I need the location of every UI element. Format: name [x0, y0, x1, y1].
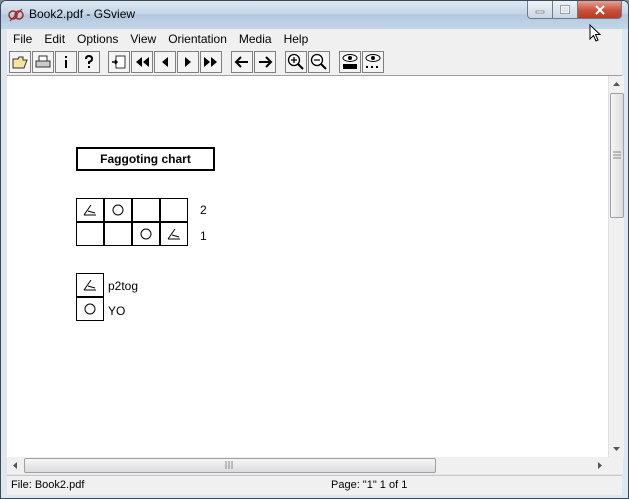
- chart-cell: [132, 198, 160, 222]
- text-find-icon: [342, 54, 358, 69]
- window-title: Book2.pdf - GSview: [29, 7, 136, 21]
- legend-symbol-cell: [76, 273, 104, 297]
- chart-cell: [160, 222, 188, 246]
- chart-cell: [104, 222, 132, 246]
- horizontal-scrollbar[interactable]: [7, 457, 608, 474]
- menu-orientation[interactable]: Orientation: [162, 29, 233, 49]
- grip-icon: [225, 461, 233, 469]
- legend-symbol-cell: [76, 297, 104, 321]
- menu-file[interactable]: File: [7, 29, 38, 49]
- help-button[interactable]: [78, 51, 100, 73]
- title-bar[interactable]: Book2.pdf - GSview: [1, 1, 628, 29]
- close-icon: [594, 4, 605, 15]
- first-page-button[interactable]: [131, 51, 153, 73]
- open-button[interactable]: [9, 51, 31, 73]
- vertical-scrollbar[interactable]: [608, 76, 624, 457]
- help-icon: [85, 54, 94, 68]
- chart-cell: [76, 222, 104, 246]
- document-viewport[interactable]: Faggoting chart 2 1 p2tog YO: [7, 76, 608, 457]
- p2tog-symbol-icon: [83, 279, 96, 291]
- status-bar: File: Book2.pdf Page: "1" 1 of 1: [7, 475, 622, 495]
- zoom-in-icon: [287, 53, 304, 70]
- text-find-next-button[interactable]: [362, 51, 384, 73]
- legend-label-p2tog: p2tog: [108, 279, 139, 293]
- mouse-cursor-icon: [589, 24, 602, 42]
- back-button[interactable]: [231, 51, 253, 73]
- vertical-scroll-thumb[interactable]: [610, 93, 624, 218]
- menu-edit[interactable]: Edit: [38, 29, 71, 49]
- scroll-up-icon[interactable]: [609, 77, 624, 91]
- last-page-button[interactable]: [200, 51, 222, 73]
- menu-bar: File Edit Options View Orientation Media…: [7, 29, 622, 49]
- minimize-icon: [535, 10, 545, 13]
- yo-symbol-icon: [84, 303, 96, 315]
- grip-icon: [613, 151, 621, 159]
- status-file: File: Book2.pdf: [11, 479, 85, 491]
- scrollbar-corner: [608, 457, 623, 474]
- chart-cell: [104, 198, 132, 222]
- next-page-button[interactable]: [177, 51, 199, 73]
- text-find-button[interactable]: [339, 51, 361, 73]
- row-number-2: 2: [200, 203, 207, 217]
- first-page-icon: [136, 57, 149, 67]
- toolbar: [7, 49, 622, 76]
- minimize-button[interactable]: [527, 1, 553, 19]
- open-icon: [12, 56, 28, 69]
- gsview-app-icon: [8, 7, 24, 23]
- menu-help[interactable]: Help: [278, 29, 315, 49]
- maximize-button[interactable]: [553, 1, 578, 19]
- row-number-1: 1: [200, 229, 207, 243]
- scroll-right-icon[interactable]: [593, 457, 607, 474]
- menu-view[interactable]: View: [124, 29, 162, 49]
- legend-label-yo: YO: [108, 304, 126, 318]
- chart-cell: [132, 222, 160, 246]
- forward-icon: [259, 56, 273, 68]
- prev-page-icon: [162, 57, 168, 67]
- print-button[interactable]: [32, 51, 54, 73]
- goto-page-button[interactable]: [108, 51, 130, 73]
- zoom-out-button[interactable]: [308, 51, 330, 73]
- gsview-window: Book2.pdf - GSview File Edit Options Vie…: [0, 0, 629, 499]
- close-button[interactable]: [578, 1, 622, 19]
- text-find-next-icon: [365, 54, 381, 68]
- scroll-down-icon[interactable]: [609, 442, 624, 456]
- chart-title: Faggoting chart: [76, 147, 215, 171]
- yo-symbol-icon: [140, 228, 152, 240]
- zoom-in-button[interactable]: [285, 51, 307, 73]
- info-button[interactable]: [55, 51, 77, 73]
- status-page: Page: "1" 1 of 1: [331, 479, 408, 491]
- horizontal-scroll-thumb[interactable]: [24, 458, 436, 473]
- forward-button[interactable]: [254, 51, 276, 73]
- next-page-icon: [185, 57, 191, 67]
- p2tog-symbol-icon: [167, 228, 180, 240]
- yo-symbol-icon: [112, 204, 124, 216]
- menu-options[interactable]: Options: [71, 29, 124, 49]
- goto-page-icon: [112, 55, 126, 69]
- menu-media[interactable]: Media: [233, 29, 278, 49]
- last-page-icon: [204, 57, 217, 67]
- back-icon: [234, 56, 248, 68]
- prev-page-button[interactable]: [154, 51, 176, 73]
- info-icon: [65, 56, 67, 68]
- scroll-left-icon[interactable]: [8, 457, 22, 474]
- chart-cell: [160, 198, 188, 222]
- p2tog-symbol-icon: [83, 204, 96, 216]
- print-icon: [35, 55, 51, 68]
- chart-cell: [76, 198, 104, 222]
- zoom-out-icon: [310, 53, 327, 70]
- maximize-icon: [560, 5, 570, 14]
